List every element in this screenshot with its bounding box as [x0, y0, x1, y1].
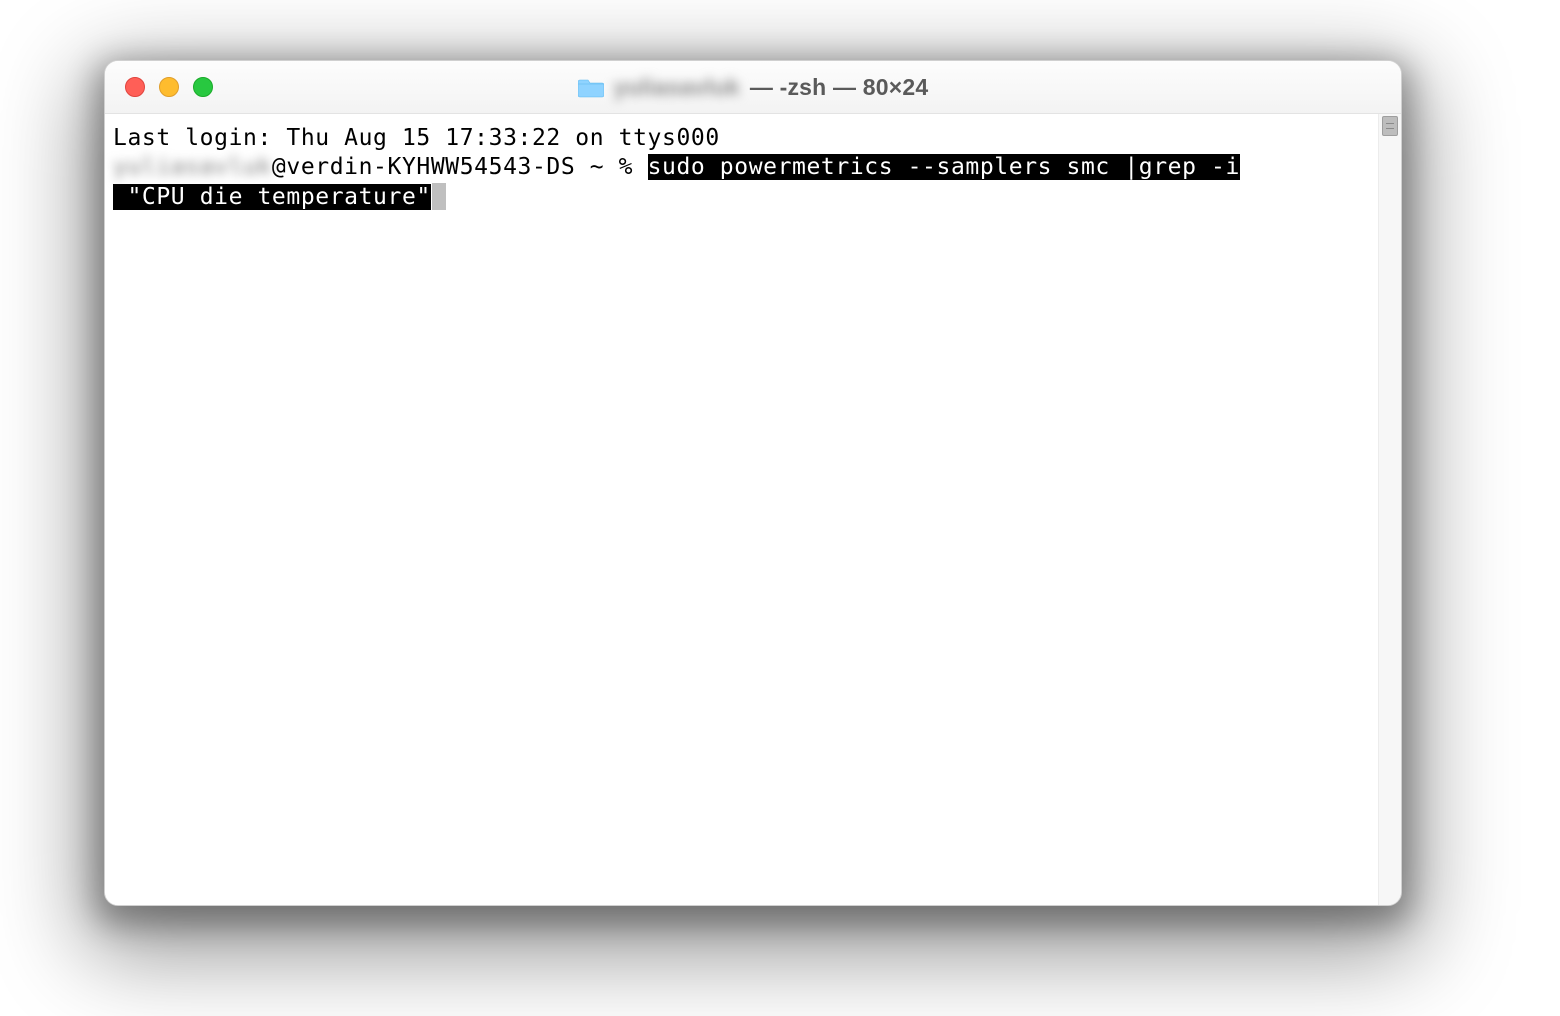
- window-titlebar[interactable]: yuliasavluk — -zsh — 80×24: [105, 61, 1401, 114]
- terminal-output[interactable]: Last login: Thu Aug 15 17:33:22 on ttys0…: [105, 114, 1378, 905]
- prompt-host: @verdin-KYHWW54543-DS ~ %: [272, 154, 648, 180]
- text-cursor: [432, 183, 446, 209]
- command-text-line2: "CPU die temperature": [113, 184, 431, 210]
- window-content: Last login: Thu Aug 15 17:33:22 on ttys0…: [105, 114, 1401, 905]
- scrollbar-vertical[interactable]: [1378, 114, 1401, 905]
- traffic-lights: [125, 77, 213, 97]
- window-title-folder-name: yuliasavluk: [614, 74, 740, 101]
- last-login-line: Last login: Thu Aug 15 17:33:22 on ttys0…: [113, 125, 720, 151]
- window-title-suffix: — -zsh — 80×24: [750, 74, 929, 101]
- close-button[interactable]: [125, 77, 145, 97]
- minimize-button[interactable]: [159, 77, 179, 97]
- window-title: yuliasavluk — -zsh — 80×24: [578, 74, 929, 101]
- command-text-line1: sudo powermetrics --samplers smc |grep -…: [648, 154, 1240, 180]
- prompt-username: yuliasavluk: [113, 154, 272, 180]
- folder-icon: [578, 76, 604, 98]
- scrollbar-thumb[interactable]: [1382, 116, 1398, 136]
- terminal-window: yuliasavluk — -zsh — 80×24 Last login: T…: [104, 60, 1402, 906]
- zoom-button[interactable]: [193, 77, 213, 97]
